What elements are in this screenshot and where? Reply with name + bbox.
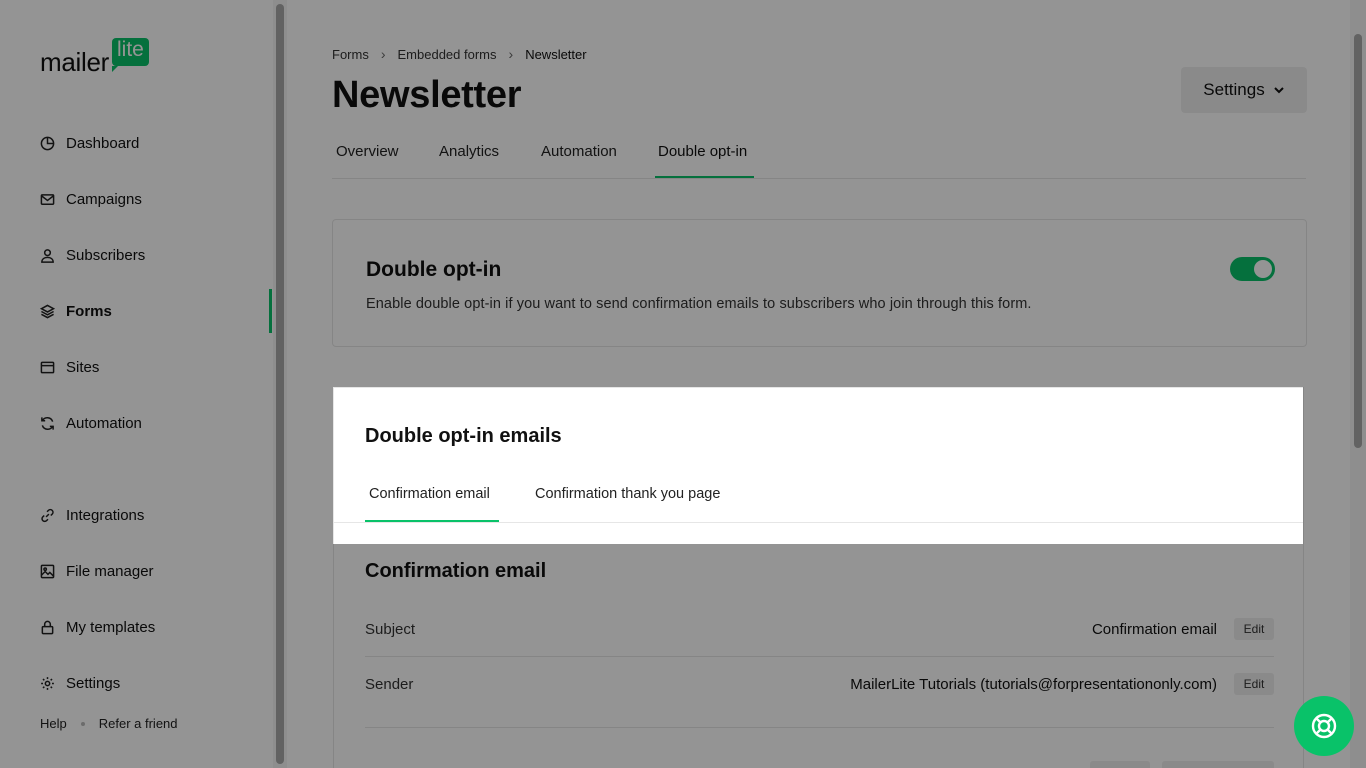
sidebar-item-dashboard[interactable]: Dashboard: [40, 131, 139, 155]
link-icon: [41, 508, 54, 522]
user-icon: [41, 248, 54, 263]
sidebar-item-label: File manager: [66, 562, 154, 580]
tab-automation[interactable]: Automation: [541, 143, 617, 160]
double-opt-in-toggle[interactable]: [1230, 257, 1275, 281]
section-title: Confirmation email: [365, 560, 547, 582]
chevron-down-icon: [1274, 87, 1284, 94]
subtab-confirmation-email[interactable]: Confirmation email: [369, 486, 490, 502]
sender-row: Sender MailerLite Tutorials (tutorials@f…: [365, 656, 1274, 712]
active-tab-indicator: [655, 176, 754, 178]
sidebar-item-label: Sites: [66, 358, 100, 376]
dashboard-icon: [40, 136, 55, 150]
settings-dropdown-button[interactable]: Settings: [1181, 67, 1307, 113]
double-opt-in-emails-card: Double opt-in emails Confirmation email …: [333, 387, 1304, 768]
footer-button[interactable]: [1162, 761, 1274, 768]
sidebar-item-subscribers[interactable]: Subscribers: [40, 243, 145, 267]
help-chat-button[interactable]: [1294, 696, 1354, 756]
refresh-icon: [41, 416, 54, 430]
sidebar: mailer lite Dashboard Campaigns Subscrib…: [0, 0, 272, 768]
sidebar-footer: Help Refer a friend: [40, 716, 178, 731]
sidebar-scrollbar-thumb[interactable]: [276, 4, 284, 764]
subject-row: Subject Confirmation email Edit: [365, 601, 1274, 657]
sender-value: MailerLite Tutorials (tutorials@forprese…: [850, 675, 1217, 693]
tab-overview[interactable]: Overview: [336, 143, 399, 160]
emails-card-title: Double opt-in emails: [365, 425, 562, 447]
active-nav-indicator: [269, 289, 272, 333]
image-icon: [40, 564, 55, 578]
subject-value: Confirmation email: [1091, 620, 1217, 638]
breadcrumb-forms[interactable]: Forms: [332, 47, 369, 62]
refer-a-friend-link[interactable]: Refer a friend: [99, 716, 178, 731]
breadcrumb-embedded-forms[interactable]: Embedded forms: [398, 47, 497, 62]
tab-analytics[interactable]: Analytics: [439, 143, 499, 160]
sidebar-item-integrations[interactable]: Integrations: [40, 503, 144, 527]
subject-label: Subject: [365, 620, 416, 638]
sidebar-item-label: Subscribers: [66, 246, 146, 264]
form-tabs: Overview Analytics Automation Double opt…: [332, 140, 1306, 179]
sidebar-item-settings[interactable]: Settings: [40, 671, 120, 695]
email-subtabs: Confirmation email Confirmation thank yo…: [334, 483, 1303, 523]
sidebar-item-sites[interactable]: Sites: [40, 355, 99, 379]
sidebar-item-label: Integrations: [66, 506, 145, 524]
lock-icon: [41, 620, 54, 634]
mail-icon: [40, 193, 55, 205]
edit-subject-button[interactable]: Edit: [1234, 618, 1274, 640]
separator-dot: [80, 721, 85, 726]
main-scrollbar-thumb[interactable]: [1354, 34, 1362, 448]
breadcrumb: Forms › Embedded forms › Newsletter: [332, 46, 587, 62]
help-link[interactable]: Help: [40, 716, 67, 731]
row-divider: [365, 727, 1274, 728]
sidebar-item-label: Automation: [66, 414, 142, 432]
sidebar-item-forms[interactable]: Forms: [40, 299, 112, 323]
tab-double-opt-in[interactable]: Double opt-in: [658, 143, 747, 160]
sidebar-item-label: My templates: [66, 618, 156, 636]
double-opt-in-card: Double opt-in Enable double opt-in if yo…: [332, 219, 1307, 347]
layers-icon: [40, 304, 55, 318]
sidebar-item-my-templates[interactable]: My templates: [40, 615, 155, 639]
footer-button[interactable]: [1090, 761, 1150, 768]
edit-sender-button[interactable]: Edit: [1234, 673, 1274, 695]
double-opt-in-title: Double opt-in: [366, 258, 502, 281]
sender-label: Sender: [365, 675, 414, 693]
sidebar-item-label: Dashboard: [66, 134, 140, 152]
chevron-right-icon: ›: [508, 46, 514, 62]
sidebar-item-campaigns[interactable]: Campaigns: [40, 187, 142, 211]
page-title: Newsletter: [332, 74, 522, 116]
active-subtab-indicator: [365, 520, 499, 522]
sidebar-item-automation[interactable]: Automation: [40, 411, 142, 435]
sidebar-item-label: Forms: [66, 302, 112, 320]
breadcrumb-current: Newsletter: [525, 46, 587, 62]
lifebuoy-icon: [1311, 713, 1337, 739]
chevron-right-icon: ›: [380, 46, 386, 62]
mailerlite-logo[interactable]: mailer lite: [40, 38, 149, 77]
sidebar-item-label: Settings: [66, 674, 121, 692]
subtab-confirmation-thank-you-page[interactable]: Confirmation thank you page: [535, 486, 720, 502]
settings-button-label: Settings: [1203, 80, 1265, 99]
sidebar-item-label: Campaigns: [66, 190, 142, 208]
double-opt-in-description: Enable double opt-in if you want to send…: [366, 296, 1032, 312]
gear-icon: [41, 676, 54, 690]
sidebar-item-file-manager[interactable]: File manager: [40, 559, 154, 583]
logo-word: mailer: [40, 47, 109, 77]
logo-badge: lite: [112, 38, 149, 72]
browser-icon: [40, 361, 55, 373]
